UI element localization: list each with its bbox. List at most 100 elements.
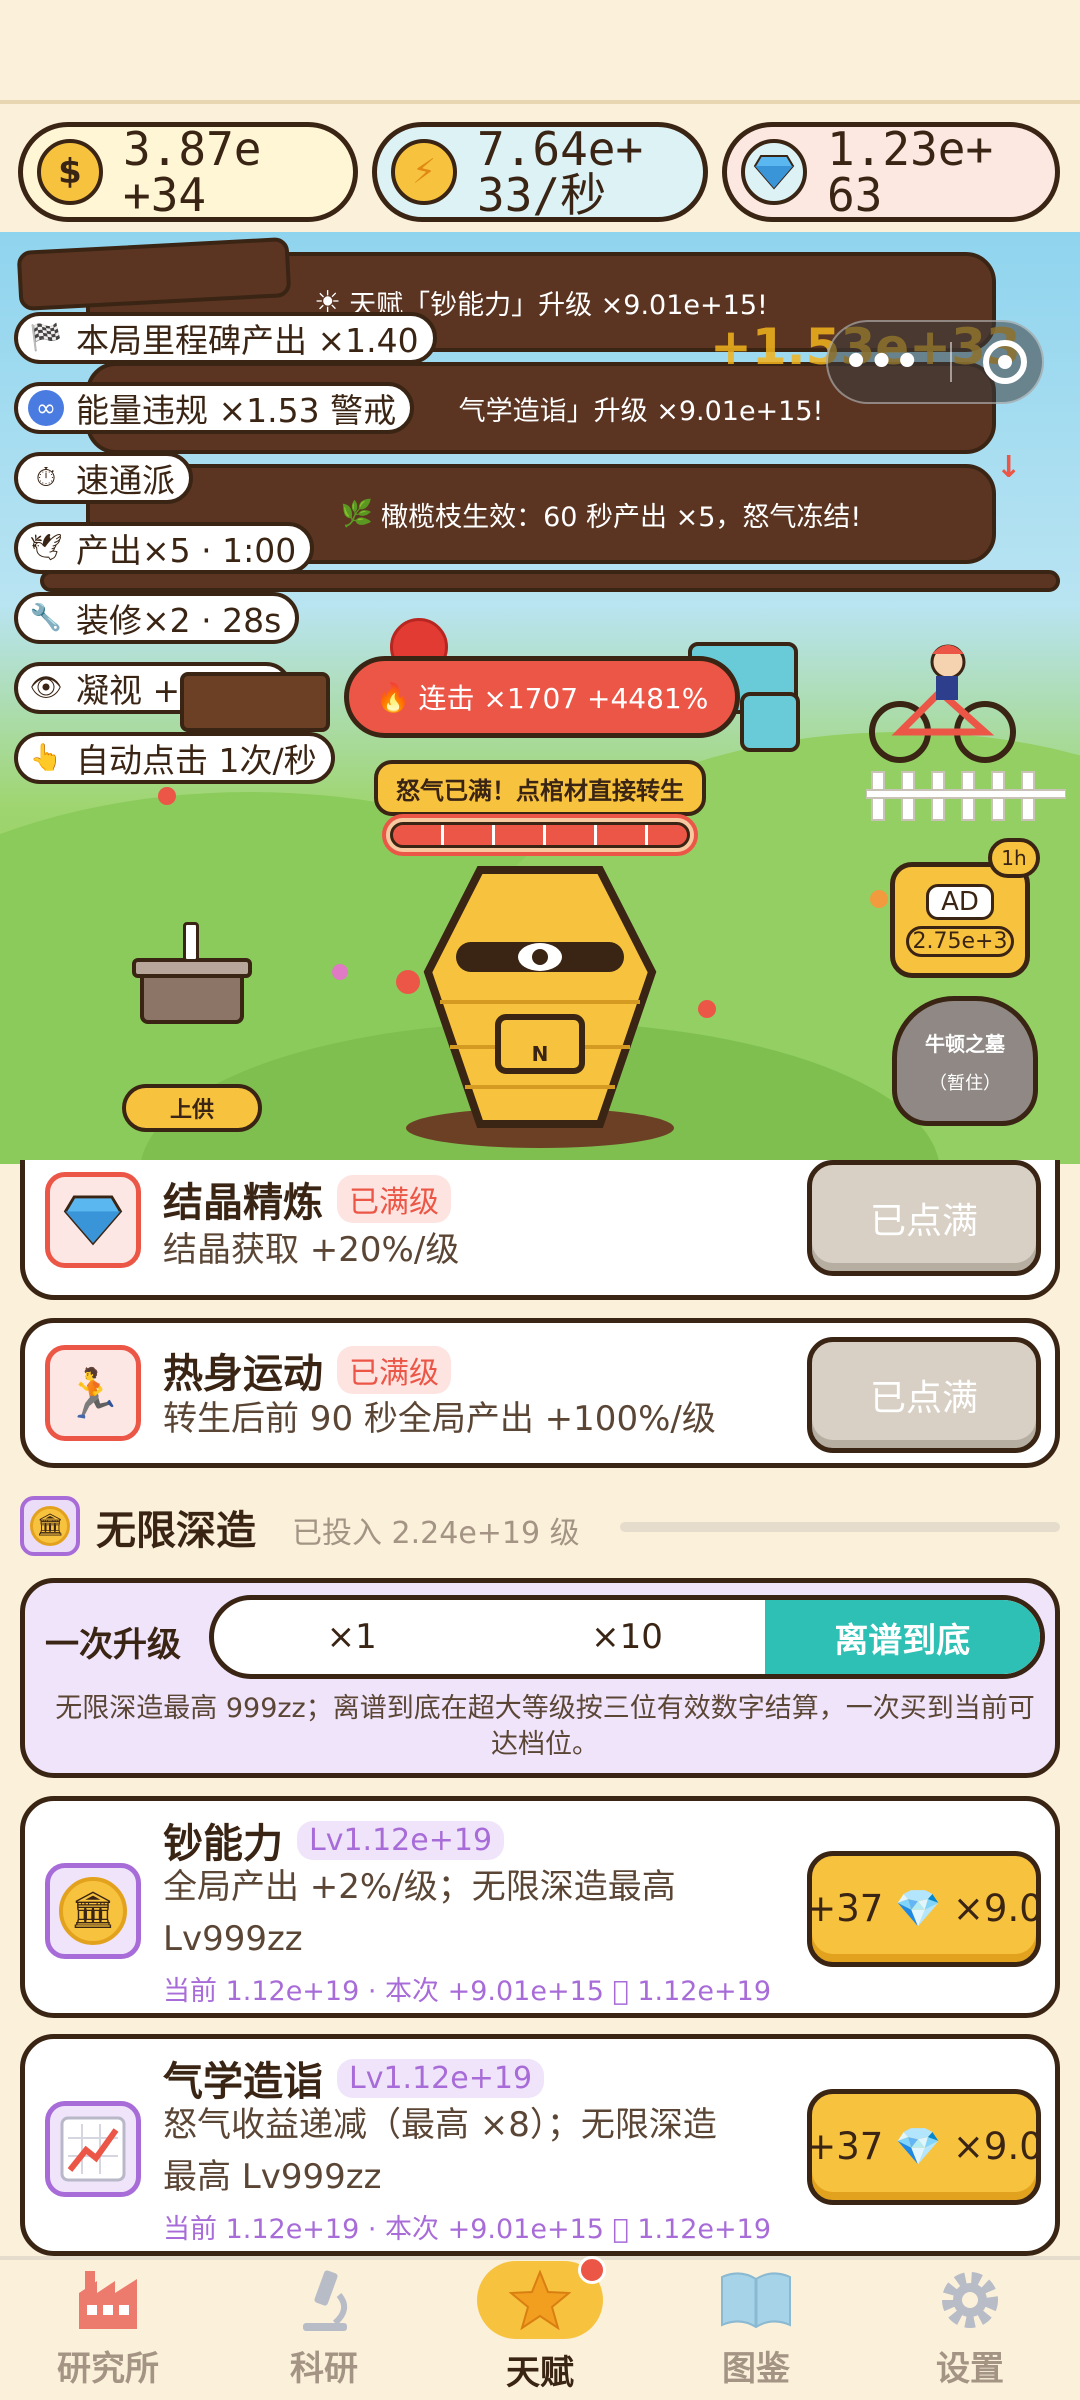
buy-button[interactable]: +37 💎 ×9.0: [807, 2089, 1041, 2205]
upgrade-desc: 转生后前 90 秒全局产出 +100%/级: [163, 1399, 716, 1439]
flower: [870, 890, 888, 908]
buff-renovation: 🔧 装修×2 · 28s: [14, 592, 300, 644]
tomb-status: （暂住）: [929, 1072, 1001, 1094]
crystal-value: 1.23e+ 63: [827, 122, 994, 222]
game-scene: ☀ 天赋「钞能力」升级 ×9.01e+15! 气学造诣」升级 ×9.01e+15!…: [0, 232, 1080, 1164]
upgrade-desc: 结晶获取 +20%/级: [163, 1230, 460, 1270]
buy-mode-panel: 一次升级 ×1 ×10 离谱到底 无限深造最高 999zz；离谱到底在超大等级按…: [20, 1578, 1060, 1778]
divider: [0, 100, 1080, 104]
upgrade-progress: 当前 1.12e+19 · 本次 +9.01e+15 ⃞ 1.12e+19: [163, 2214, 772, 2245]
section-divider: [620, 1522, 1060, 1532]
flower: [158, 787, 176, 805]
section-invested: 已投入 2.24e+19 级: [292, 1516, 580, 1551]
money-bag-icon: $: [37, 139, 103, 205]
lightning-icon: ⚡: [391, 139, 457, 205]
upgrade-desc-cont: 最高 Lv999zz: [163, 2157, 382, 2197]
flower: [332, 964, 348, 980]
buff-output: 🕊 产出×5 · 1:00: [14, 522, 315, 574]
option-x10[interactable]: ×10: [489, 1600, 764, 1674]
mini-program-capsule[interactable]: •••: [826, 320, 1044, 404]
level-tag: Lv1.12e+19: [337, 2058, 545, 2098]
upgrade-desc: 全局产出 +2%/级；无限深造最高: [163, 1867, 676, 1907]
fire-icon: 🔥: [375, 680, 411, 714]
newton-tomb[interactable]: 牛顿之墓 （暂住）: [892, 996, 1038, 1126]
ad-label: AD: [926, 883, 994, 920]
buy-button[interactable]: +37 💎 ×9.0: [807, 1851, 1041, 1967]
crystal-counter: 1.23e+ 63: [722, 122, 1060, 222]
buff-milestone: 🏁 本局里程碑产出 ×1.40: [14, 312, 437, 364]
candle: [183, 922, 199, 962]
rage-label: 怒气已满！点棺材直接转生: [374, 760, 706, 816]
arrow-down-icon: ↓: [996, 450, 1022, 485]
nav-label: 研究所: [57, 2349, 159, 2389]
buff-energy-violation: ∞ 能量违规 ×1.53 警戒: [14, 382, 415, 434]
level-tag: Lv1.12e+19: [297, 1820, 505, 1860]
energy-counter: ⚡ 7.64e+ 33/秒: [372, 122, 708, 222]
pointing-hand-icon: 👆: [29, 743, 63, 773]
nav-label: 科研: [290, 2349, 358, 2389]
ad-timer-badge: 1h: [988, 838, 1040, 878]
nav-research[interactable]: 科研: [234, 2255, 414, 2400]
dove-icon: 🕊: [29, 533, 63, 563]
olive-branch-icon: 🌿: [340, 499, 374, 529]
rage-bar-fill: [390, 822, 690, 848]
nav-codex[interactable]: 图鉴: [666, 2255, 846, 2400]
coffin-plate: N: [531, 1042, 549, 1066]
offering-button[interactable]: 上供: [122, 1084, 262, 1132]
checkered-flag-icon: 🏁: [29, 323, 63, 353]
diamond-icon: [741, 139, 807, 205]
max-level-tag: 已满级: [337, 1175, 451, 1223]
buy-mode-label: 一次升级: [45, 1625, 181, 1665]
status-bar-area: [0, 0, 1080, 102]
apple: [396, 970, 420, 994]
coffin[interactable]: [420, 862, 660, 1132]
more-icon[interactable]: •••: [843, 339, 920, 385]
energy-value: 7.64e+ 33/秒: [477, 122, 644, 222]
notification-dot: [578, 2256, 606, 2284]
upgrade-title: 热身运动: [163, 1351, 323, 1397]
upgrade-desc-cont: Lv999zz: [163, 1919, 303, 1959]
tomb-title: 牛顿之墓: [925, 1031, 1005, 1056]
stopwatch-icon: ⏱: [35, 462, 57, 493]
buff-speedrun: ⏱ 速通派: [14, 452, 193, 504]
upgrade-card-money-power: 🏛 钞能力 Lv1.12e+19 全局产出 +2%/级；无限深造最高 Lv999…: [20, 1796, 1060, 2018]
ad-reward-button[interactable]: AD 2.75e+3: [890, 862, 1030, 978]
upgrade-card-crystal-refine: 结晶精炼 已满级 结晶获取 +20%/级 已点满: [20, 1160, 1060, 1300]
upgrade-desc: 怒气收益递减（最高 ×8）；无限深造: [163, 2105, 717, 2145]
nav-settings[interactable]: 设置: [880, 2255, 1060, 2400]
option-max[interactable]: 离谱到底: [764, 1600, 1040, 1674]
wrench-icon: 🔧: [29, 603, 63, 633]
upgrade-progress: 当前 1.12e+19 · 本次 +9.01e+15 ⃞ 1.12e+19: [163, 1976, 772, 2007]
book-icon: [721, 2272, 791, 2329]
flower: [698, 1000, 716, 1018]
money-counter: $ 3.87e +34: [18, 122, 358, 222]
divider: [950, 342, 953, 382]
rage-bar: [382, 814, 698, 856]
desk-prop: [180, 672, 330, 732]
nav-lab[interactable]: 研究所: [18, 2255, 198, 2400]
chart-icon: [45, 2101, 141, 2197]
eye-icon: 👁: [29, 673, 63, 703]
maxed-button[interactable]: 已点满: [807, 1337, 1041, 1453]
microscope-icon: [303, 2270, 348, 2331]
gear-icon: [942, 2272, 998, 2328]
factory-icon: [79, 2271, 137, 2329]
max-level-tag: 已满级: [337, 1346, 451, 1394]
maxed-button[interactable]: 已点满: [807, 1160, 1041, 1276]
machine-prop: [740, 692, 800, 752]
close-target-icon[interactable]: [982, 340, 1027, 384]
upgrade-title: 结晶精炼: [163, 1180, 323, 1226]
money-value: 3.87e +34: [123, 122, 262, 222]
nav-label: 图鉴: [722, 2349, 790, 2389]
bank-icon: 🏛: [45, 1863, 141, 1959]
buy-mode-note: 无限深造最高 999zz；离谱到底在超大等级按三位有效数字结算，一次买到当前可达…: [55, 1693, 1035, 1760]
nav-label: 天赋: [506, 2353, 574, 2393]
buy-mode-selector: ×1 ×10 离谱到底: [209, 1595, 1045, 1679]
diamond-icon: [45, 1172, 141, 1268]
infinity-icon: ∞: [28, 390, 64, 426]
cyclist: [869, 644, 1016, 763]
nav-label: 设置: [936, 2349, 1004, 2389]
upgrade-card-warmup: 🏃 热身运动 已满级 转生后前 90 秒全局产出 +100%/级 已点满: [20, 1318, 1060, 1468]
buff-autoclick: 👆 自动点击 1次/秒: [14, 732, 335, 784]
option-x1[interactable]: ×1: [214, 1600, 489, 1674]
